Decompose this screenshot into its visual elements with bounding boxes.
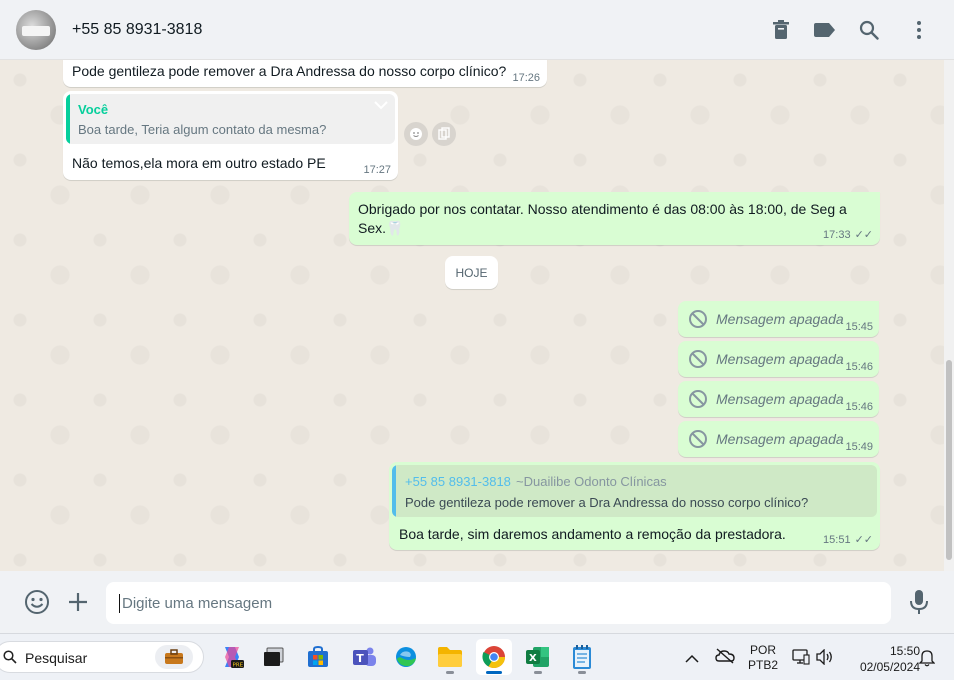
label-icon[interactable]: [812, 17, 838, 43]
outgoing-message[interactable]: Obrigado por nos contatar. Nosso atendim…: [349, 192, 880, 245]
message-text: Pode gentileza pode remover a Dra Andres…: [72, 63, 507, 79]
deleted-icon: [688, 309, 708, 332]
file-explorer-icon[interactable]: [432, 639, 468, 675]
emoji-icon[interactable]: [24, 589, 50, 620]
message-text: Mensagem apagada: [716, 431, 844, 447]
message-list[interactable]: Pode gentileza pode remover a Dra Andres…: [0, 60, 944, 571]
message-text: Boa tarde, sim daremos andamento a remoç…: [399, 526, 786, 542]
quoted-message[interactable]: +55 85 8931-3818 ~Duailibe Odonto Clínic…: [392, 465, 877, 517]
date-divider: HOJE: [445, 256, 498, 289]
teams-icon[interactable]: T: [346, 639, 382, 675]
incoming-message[interactable]: Você Boa tarde, Teria algum contato da m…: [63, 91, 398, 180]
deleted-icon: [688, 349, 708, 372]
message-text: Não temos,ela mora em outro estado PE: [72, 155, 326, 171]
copilot-icon[interactable]: PRE: [214, 639, 250, 675]
deleted-message[interactable]: Mensagem apagada 15:49: [678, 421, 879, 457]
svg-text:T: T: [356, 652, 364, 665]
edge-icon[interactable]: [388, 639, 424, 675]
excel-icon[interactable]: X: [520, 639, 556, 675]
message-time: 15:51 ✓✓: [823, 534, 873, 546]
delete-icon[interactable]: [768, 17, 794, 43]
scrollbar-thumb[interactable]: [946, 360, 952, 560]
quote-author: Você: [78, 102, 109, 117]
deleted-icon: [688, 429, 708, 452]
message-text: Mensagem apagada: [716, 351, 844, 367]
message-time: 15:49: [845, 441, 873, 453]
briefcase-icon[interactable]: [155, 645, 193, 669]
message-time: 17:33 ✓✓: [823, 229, 873, 241]
deleted-message[interactable]: Mensagem apagada 15:46: [678, 381, 879, 417]
text-caret: [119, 594, 120, 613]
search-icon: [3, 650, 17, 669]
read-receipt-icon: ✓✓: [854, 534, 873, 546]
chevron-up-icon[interactable]: [685, 651, 699, 669]
task-view-icon[interactable]: [256, 639, 292, 675]
quoted-message[interactable]: Você Boa tarde, Teria algum contato da m…: [66, 94, 395, 144]
language-code: POR: [749, 643, 776, 657]
emoji-reaction-icon[interactable]: [404, 122, 428, 146]
menu-icon[interactable]: [906, 17, 932, 43]
system-clock[interactable]: 15:50 02/05/2024: [844, 643, 920, 675]
read-receipt-icon: ✓✓: [854, 229, 873, 241]
clock-time: 15:50: [889, 644, 920, 658]
deleted-message[interactable]: Mensagem apagada 15:46: [678, 341, 879, 377]
attach-plus-icon[interactable]: [67, 591, 89, 618]
message-text: Obrigado por nos contatar. Nosso atendim…: [358, 201, 847, 236]
running-indicator: [534, 671, 542, 674]
message-text: Mensagem apagada: [716, 391, 844, 407]
message-input-placeholder: Digite uma mensagem: [122, 595, 273, 612]
incoming-message[interactable]: Pode gentileza pode remover a Dra Andres…: [63, 60, 547, 87]
forward-icon[interactable]: [432, 122, 456, 146]
quote-text: Pode gentileza pode remover a Dra Andres…: [405, 495, 809, 510]
quote-text: Boa tarde, Teria algum contato da mesma?: [78, 122, 327, 137]
windows-taskbar: Pesquisar PRE T X POR PTB2 15:50 02/05/2…: [0, 633, 954, 680]
chevron-down-icon[interactable]: [373, 98, 389, 114]
message-time: 15:45: [845, 321, 873, 333]
search-icon[interactable]: [856, 17, 882, 43]
keyboard-layout: PTB2: [747, 658, 778, 672]
store-icon[interactable]: [300, 639, 336, 675]
input-language[interactable]: POR PTB2: [745, 643, 781, 673]
microphone-icon[interactable]: [909, 589, 929, 620]
outgoing-message[interactable]: +55 85 8931-3818 ~Duailibe Odonto Clínic…: [389, 462, 880, 550]
chat-header: +55 85 8931-3818: [0, 0, 954, 60]
notification-bell-icon[interactable]: [918, 649, 936, 672]
message-text: Mensagem apagada: [716, 311, 844, 327]
message-time: 15:46: [845, 401, 873, 413]
message-time: 17:26: [512, 72, 540, 84]
volume-icon[interactable]: [816, 648, 834, 670]
scrollbar[interactable]: [944, 60, 954, 571]
taskbar-search-placeholder: Pesquisar: [25, 650, 88, 666]
chrome-icon[interactable]: [476, 639, 512, 675]
taskbar-search[interactable]: Pesquisar: [0, 641, 204, 673]
active-indicator: [486, 671, 502, 674]
notepad-icon[interactable]: [564, 639, 600, 675]
contact-name[interactable]: +55 85 8931-3818: [72, 21, 202, 39]
message-time: 15:46: [845, 361, 873, 373]
network-icon[interactable]: [792, 649, 810, 670]
quote-author-alias: ~Duailibe Odonto Clínicas: [516, 474, 667, 489]
message-input[interactable]: Digite uma mensagem: [106, 582, 891, 624]
running-indicator: [446, 671, 454, 674]
composer: Digite uma mensagem: [0, 571, 954, 633]
quote-author: +55 85 8931-3818: [405, 474, 511, 489]
onedrive-offline-icon[interactable]: [715, 648, 735, 669]
clock-date: 02/05/2024: [859, 660, 920, 674]
contact-avatar[interactable]: [16, 10, 56, 50]
message-time: 17:27: [363, 164, 391, 176]
deleted-message[interactable]: Mensagem apagada 15:45: [678, 301, 879, 337]
deleted-icon: [688, 389, 708, 412]
svg-text:X: X: [529, 653, 537, 664]
svg-text:PRE: PRE: [233, 663, 244, 669]
running-indicator: [578, 671, 586, 674]
